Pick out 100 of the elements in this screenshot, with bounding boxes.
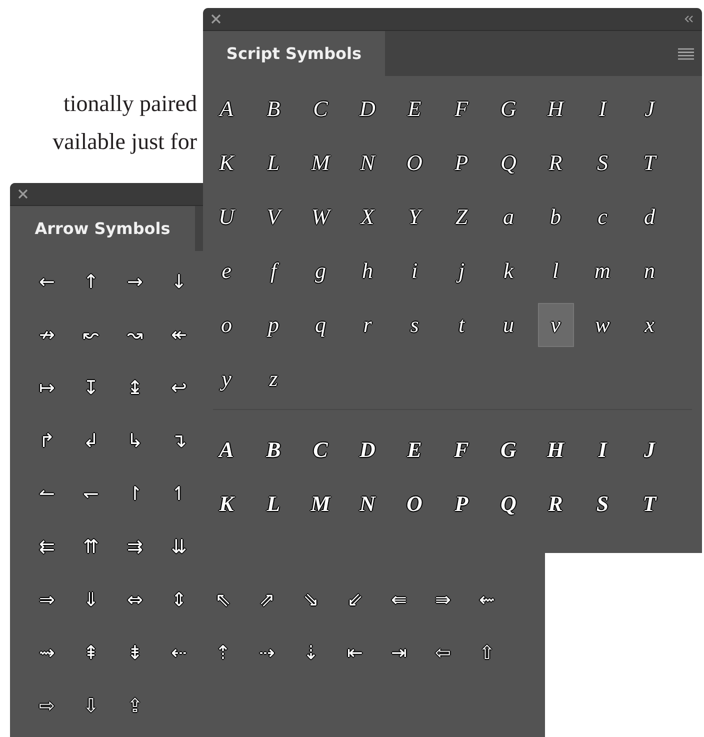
panel-tab[interactable]: Script Symbols: [203, 31, 385, 76]
script-glyph[interactable]: Q: [490, 141, 526, 185]
script-glyph[interactable]: M: [302, 482, 338, 526]
script-glyph[interactable]: Z: [444, 195, 480, 239]
script-glyph[interactable]: c: [584, 195, 620, 239]
arrow-glyph[interactable]: ⇉: [123, 534, 147, 560]
script-glyph[interactable]: T: [632, 141, 668, 185]
collapse-icon[interactable]: [684, 15, 694, 23]
script-glyph[interactable]: R: [538, 141, 574, 185]
script-glyph[interactable]: J: [632, 428, 668, 472]
script-glyph[interactable]: s: [396, 303, 432, 347]
script-glyph[interactable]: G: [490, 87, 526, 131]
script-glyph[interactable]: A: [208, 87, 244, 131]
script-glyph[interactable]: Q: [490, 482, 526, 526]
script-glyph[interactable]: j: [444, 249, 480, 293]
arrow-glyph[interactable]: ⇝: [35, 640, 59, 666]
script-glyph[interactable]: I: [584, 428, 620, 472]
arrow-glyph[interactable]: ⇜: [475, 586, 499, 612]
panel-tab[interactable]: Arrow Symbols: [10, 206, 195, 251]
script-glyph[interactable]: e: [208, 249, 244, 293]
arrow-glyph[interactable]: ⇊: [167, 534, 191, 560]
arrow-glyph[interactable]: ⇦: [431, 640, 455, 666]
script-glyph[interactable]: k: [490, 249, 526, 293]
script-glyph[interactable]: I: [584, 87, 620, 131]
arrow-glyph[interactable]: ↲: [79, 428, 103, 454]
script-glyph[interactable]: P: [444, 482, 480, 526]
script-glyph[interactable]: R: [538, 482, 574, 526]
arrow-glyph[interactable]: ⇒: [35, 586, 59, 612]
script-glyph[interactable]: T: [632, 482, 668, 526]
script-glyph[interactable]: S: [584, 141, 620, 185]
script-glyph[interactable]: K: [208, 141, 244, 185]
script-glyph[interactable]: A: [208, 428, 244, 472]
script-glyph[interactable]: m: [584, 249, 620, 293]
script-glyph[interactable]: d: [632, 195, 668, 239]
script-glyph[interactable]: B: [256, 87, 292, 131]
script-glyph[interactable]: G: [490, 428, 526, 472]
arrow-glyph[interactable]: ↧: [79, 374, 103, 400]
script-glyph[interactable]: u: [490, 303, 526, 347]
arrow-glyph[interactable]: ⇘: [299, 586, 323, 612]
arrow-glyph[interactable]: ⇩: [79, 692, 103, 718]
arrow-glyph[interactable]: ⇢: [255, 640, 279, 666]
arrow-glyph[interactable]: ⇖: [211, 586, 235, 612]
arrow-glyph[interactable]: ↽: [79, 480, 103, 506]
script-glyph[interactable]: Y: [396, 195, 432, 239]
arrow-glyph[interactable]: ⇧: [475, 640, 499, 666]
arrow-glyph[interactable]: ⇞: [79, 640, 103, 666]
script-glyph[interactable]: N: [350, 482, 386, 526]
script-glyph[interactable]: F: [444, 87, 480, 131]
script-glyph[interactable]: C: [302, 87, 338, 131]
script-glyph[interactable]: h: [350, 249, 386, 293]
script-glyph[interactable]: F: [444, 428, 480, 472]
arrow-glyph[interactable]: →: [123, 268, 147, 294]
script-glyph[interactable]: a: [490, 195, 526, 239]
close-icon[interactable]: [18, 189, 28, 199]
script-glyph[interactable]: z: [256, 357, 292, 401]
script-glyph[interactable]: H: [538, 87, 574, 131]
script-glyph[interactable]: L: [256, 482, 292, 526]
script-glyph[interactable]: E: [396, 428, 432, 472]
script-glyph[interactable]: i: [396, 249, 432, 293]
arrow-glyph[interactable]: ↴: [167, 428, 191, 454]
arrow-glyph[interactable]: ⇡: [211, 640, 235, 666]
arrow-glyph[interactable]: ⇟: [123, 640, 147, 666]
script-glyph[interactable]: N: [350, 141, 386, 185]
script-glyph[interactable]: H: [538, 428, 574, 472]
script-glyph[interactable]: K: [208, 482, 244, 526]
arrow-glyph[interactable]: ⇨: [35, 692, 59, 718]
script-glyph[interactable]: f: [256, 249, 292, 293]
script-glyph[interactable]: l: [538, 249, 574, 293]
script-glyph[interactable]: v: [538, 303, 574, 347]
script-glyph[interactable]: t: [444, 303, 480, 347]
script-glyph[interactable]: J: [632, 87, 668, 131]
arrow-glyph[interactable]: ⇔: [123, 586, 147, 612]
script-glyph[interactable]: b: [538, 195, 574, 239]
script-glyph[interactable]: E: [396, 87, 432, 131]
arrow-glyph[interactable]: ⇙: [343, 586, 367, 612]
arrow-glyph[interactable]: ⇠: [167, 640, 191, 666]
arrow-glyph[interactable]: ⇓: [79, 586, 103, 612]
arrow-glyph[interactable]: ↑: [79, 268, 103, 294]
script-glyph[interactable]: q: [302, 303, 338, 347]
script-glyph[interactable]: x: [632, 303, 668, 347]
script-glyph[interactable]: o: [208, 303, 244, 347]
script-glyph[interactable]: S: [584, 482, 620, 526]
script-glyph[interactable]: p: [256, 303, 292, 347]
script-glyph[interactable]: X: [350, 195, 386, 239]
arrow-glyph[interactable]: ⇣: [299, 640, 323, 666]
arrow-glyph[interactable]: ⇇: [35, 534, 59, 560]
script-glyph[interactable]: y: [208, 357, 244, 401]
script-glyph[interactable]: V: [256, 195, 292, 239]
arrow-glyph[interactable]: ⇥: [387, 640, 411, 666]
arrow-glyph[interactable]: ⇤: [343, 640, 367, 666]
menu-icon[interactable]: [678, 48, 694, 60]
arrow-glyph[interactable]: ⇗: [255, 586, 279, 612]
script-glyph[interactable]: D: [350, 87, 386, 131]
arrow-glyph[interactable]: ↓: [167, 268, 191, 294]
script-glyph[interactable]: U: [208, 195, 244, 239]
script-glyph[interactable]: g: [302, 249, 338, 293]
arrow-glyph[interactable]: ⇕: [167, 586, 191, 612]
script-glyph[interactable]: P: [444, 141, 480, 185]
script-glyph[interactable]: w: [584, 303, 620, 347]
arrow-glyph[interactable]: ⇚: [387, 586, 411, 612]
